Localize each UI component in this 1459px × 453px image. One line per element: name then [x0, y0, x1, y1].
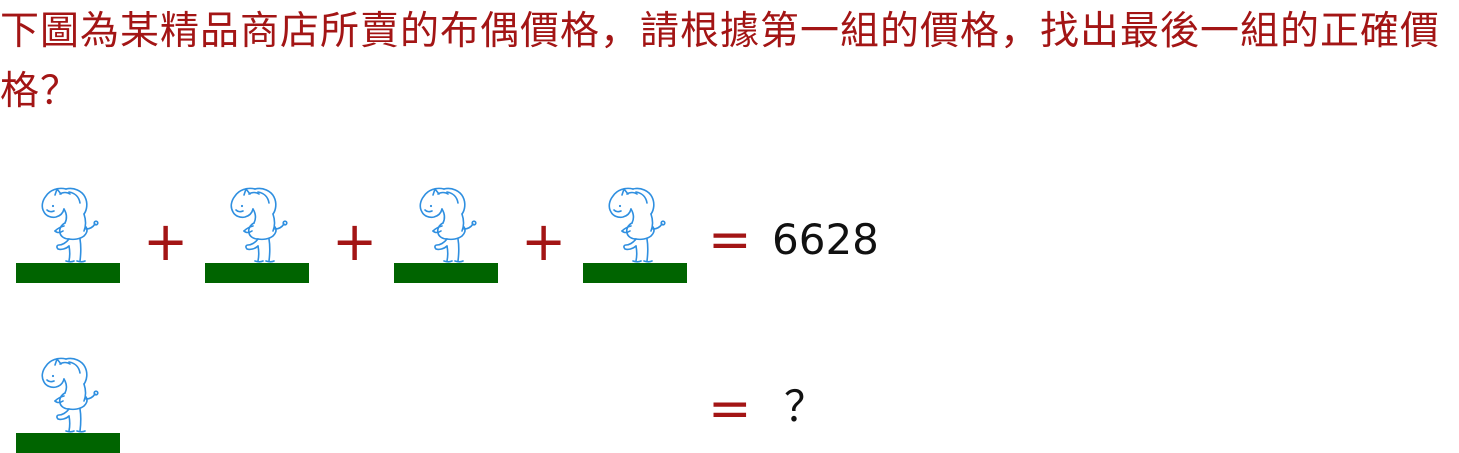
equals-sign: =: [708, 379, 752, 439]
shelf: [16, 433, 120, 453]
unicorn-doll-icon: [230, 187, 288, 263]
equals-sign: =: [708, 210, 752, 270]
question-text: 下圖為某精品商店所賣的布偶價格，請根據第一組的價格，找出最後一組的正確價格？: [0, 9, 1441, 114]
doll-item-2: [205, 183, 309, 283]
doll-item-answer: [16, 353, 120, 453]
plus-sign: +: [332, 210, 378, 273]
unicorn-doll-icon: [41, 357, 99, 433]
shelf: [16, 263, 120, 283]
unicorn-doll-icon: [41, 187, 99, 263]
unicorn-doll-icon: [419, 187, 477, 263]
shelf: [205, 263, 309, 283]
plus-sign: +: [143, 210, 189, 273]
doll-item-1: [16, 183, 120, 283]
price-total: 6628: [772, 215, 879, 264]
shelf: [394, 263, 498, 283]
unknown-price: ？: [784, 382, 827, 431]
doll-item-3: [394, 183, 498, 283]
plus-sign: +: [521, 210, 567, 273]
doll-item-4: [583, 183, 687, 283]
unicorn-doll-icon: [608, 187, 666, 263]
shelf: [583, 263, 687, 283]
